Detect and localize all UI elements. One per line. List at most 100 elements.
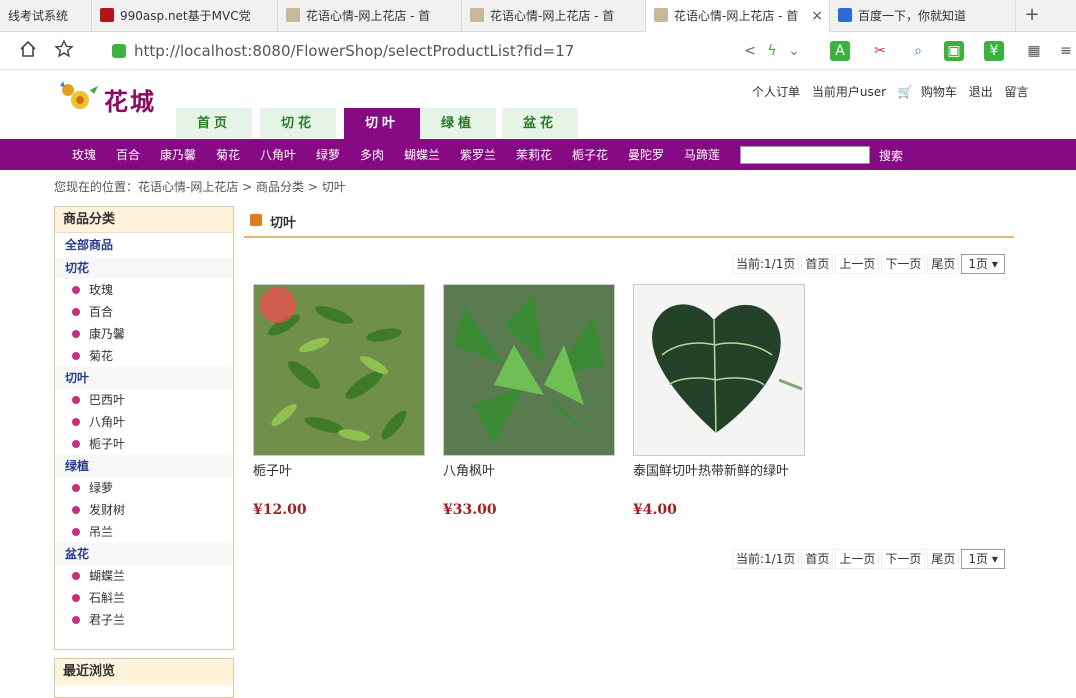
category-link[interactable]: 蝴蝶兰 <box>404 139 440 170</box>
tab-potted-flowers[interactable]: 盆花 <box>502 108 578 138</box>
site-logo[interactable]: 花城 <box>54 78 178 118</box>
category-link[interactable]: 康乃馨 <box>160 139 196 170</box>
tab-cut-leaves[interactable]: 切叶 <box>344 108 420 139</box>
pager-next[interactable]: 下一页 <box>881 254 926 274</box>
product-card[interactable]: 八角枫叶 ¥33.00 <box>443 284 615 524</box>
new-tab-button[interactable]: + <box>1020 0 1044 32</box>
browser-tab[interactable]: 百度一下，你就知道 <box>830 0 1016 32</box>
pager-prev[interactable]: 上一页 <box>835 549 880 569</box>
sidebar-group[interactable]: 盆花 <box>55 543 233 565</box>
category-link[interactable]: 八角叶 <box>260 139 296 170</box>
product-card[interactable]: 泰国鲜切叶热带新鲜的绿叶 ¥4.00 <box>633 284 805 524</box>
product-name[interactable]: 栀子叶 <box>253 460 292 479</box>
breadcrumb-home-link[interactable]: 花语心情-网上花店 <box>138 180 238 194</box>
logout-link[interactable]: 退出 <box>969 85 993 99</box>
bullet-icon <box>72 572 80 580</box>
security-shield-icon <box>112 44 126 58</box>
cart-link[interactable]: 购物车 <box>921 85 957 99</box>
category-link[interactable]: 百合 <box>116 139 140 170</box>
chevron-down-icon[interactable]: ⌄ <box>784 41 804 61</box>
browser-tab[interactable]: 花语心情-网上花店 - 首 <box>278 0 462 32</box>
tab-green-plants[interactable]: 绿植 <box>420 108 496 138</box>
translate-icon[interactable]: A <box>830 41 850 61</box>
shield-money-icon[interactable]: ¥ <box>984 41 1004 61</box>
breadcrumb-category-link[interactable]: 商品分类 <box>256 180 304 194</box>
bullet-icon <box>72 308 80 316</box>
product-name[interactable]: 泰国鲜切叶热带新鲜的绿叶 <box>633 460 789 479</box>
search-input[interactable] <box>740 146 870 164</box>
tab-home[interactable]: 首页 <box>176 108 252 138</box>
product-price: ¥4.00 <box>633 502 677 518</box>
sidebar-item[interactable]: 巴西叶 <box>55 389 233 411</box>
category-bar: 玫瑰 百合 康乃馨 菊花 八角叶 绿萝 多肉 蝴蝶兰 紫罗兰 茉莉花 栀子花 曼… <box>0 139 1076 170</box>
sidebar-item[interactable]: 发财树 <box>55 499 233 521</box>
sidebar-group[interactable]: 绿植 <box>55 455 233 477</box>
sidebar-item[interactable]: 吊兰 <box>55 521 233 543</box>
cart-icon: 🛒 <box>897 85 913 99</box>
sidebar-all-products[interactable]: 全部商品 <box>55 233 233 257</box>
pager-last[interactable]: 尾页 <box>927 254 960 274</box>
pager-bottom: 当前:1/1页 首页 上一页 下一页 尾页 1页 ▾ <box>732 549 1007 569</box>
sidebar-item[interactable]: 绿萝 <box>55 477 233 499</box>
page-select[interactable]: 1页 ▾ <box>961 254 1005 274</box>
sidebar-item-label: 绿萝 <box>89 481 114 495</box>
category-link[interactable]: 菊花 <box>216 139 240 170</box>
sidebar-item[interactable]: 君子兰 <box>55 609 233 631</box>
apps-grid-icon[interactable]: ▦ <box>1024 41 1044 61</box>
home-icon[interactable] <box>16 39 40 63</box>
bullet-icon <box>72 506 80 514</box>
bullet-icon <box>72 352 80 360</box>
sidebar-item[interactable]: 百合 <box>55 301 233 323</box>
product-image[interactable] <box>633 284 805 456</box>
scissors-icon[interactable]: ✂ <box>870 41 890 61</box>
product-name[interactable]: 八角枫叶 <box>443 460 495 479</box>
tab-title: 线考试系统 <box>8 9 69 23</box>
category-link[interactable]: 栀子花 <box>572 139 608 170</box>
pager-first[interactable]: 首页 <box>801 254 834 274</box>
current-user-label: 当前用户user <box>811 85 887 99</box>
pager-next[interactable]: 下一页 <box>881 549 926 569</box>
sidebar-item[interactable]: 玫瑰 <box>55 279 233 301</box>
sidebar-group[interactable]: 切花 <box>55 257 233 279</box>
category-link[interactable]: 多肉 <box>360 139 384 170</box>
browser-tab-active[interactable]: 花语心情-网上花店 - 首 × <box>646 0 830 33</box>
category-link[interactable]: 绿萝 <box>316 139 340 170</box>
category-link[interactable]: 马蹄莲 <box>684 139 720 170</box>
orders-link[interactable]: 个人订单 <box>752 85 800 99</box>
sidebar-item[interactable]: 石斛兰 <box>55 587 233 609</box>
message-link[interactable]: 留言 <box>1005 85 1029 99</box>
category-link[interactable]: 曼陀罗 <box>628 139 664 170</box>
sidebar-item[interactable]: 蝴蝶兰 <box>55 565 233 587</box>
close-icon[interactable]: × <box>811 0 823 32</box>
sidebar-group[interactable]: 切叶 <box>55 367 233 389</box>
search-icon[interactable]: ⌕ <box>908 41 928 61</box>
sidebar-item[interactable]: 菊花 <box>55 345 233 367</box>
sidebar-item[interactable]: 栀子叶 <box>55 433 233 455</box>
page-select[interactable]: 1页 ▾ <box>961 549 1005 569</box>
gamepad-icon[interactable]: ▣ <box>944 41 964 61</box>
product-image[interactable] <box>253 284 425 456</box>
share-icon[interactable]: < <box>740 41 760 61</box>
address-bar: http://localhost:8080/FlowerShop/selectP… <box>0 32 1076 70</box>
category-link[interactable]: 紫罗兰 <box>460 139 496 170</box>
product-card[interactable]: 栀子叶 ¥12.00 <box>253 284 425 524</box>
pager-last[interactable]: 尾页 <box>927 549 960 569</box>
sidebar-item[interactable]: 八角叶 <box>55 411 233 433</box>
category-link[interactable]: 玫瑰 <box>72 139 96 170</box>
browser-tab[interactable]: 990asp.net基于MVC党 <box>92 0 278 32</box>
site-favicon-icon <box>654 8 668 22</box>
pager-prev[interactable]: 上一页 <box>835 254 880 274</box>
category-link[interactable]: 茉莉花 <box>516 139 552 170</box>
sidebar-item-label: 蝴蝶兰 <box>89 569 126 583</box>
menu-icon[interactable]: ≡ <box>1056 41 1076 61</box>
url-input[interactable]: http://localhost:8080/FlowerShop/selectP… <box>112 39 812 63</box>
product-image[interactable] <box>443 284 615 456</box>
browser-tab[interactable]: 花语心情-网上花店 - 首 <box>462 0 646 32</box>
browser-tab[interactable]: 线考试系统 <box>0 0 92 32</box>
lightning-icon[interactable]: ϟ <box>762 41 782 61</box>
tab-cut-flowers[interactable]: 切花 <box>260 108 336 138</box>
sidebar-item[interactable]: 康乃馨 <box>55 323 233 345</box>
pager-first[interactable]: 首页 <box>801 549 834 569</box>
bookmark-star-icon[interactable] <box>52 39 76 63</box>
search-button[interactable]: 搜索 <box>879 139 903 170</box>
